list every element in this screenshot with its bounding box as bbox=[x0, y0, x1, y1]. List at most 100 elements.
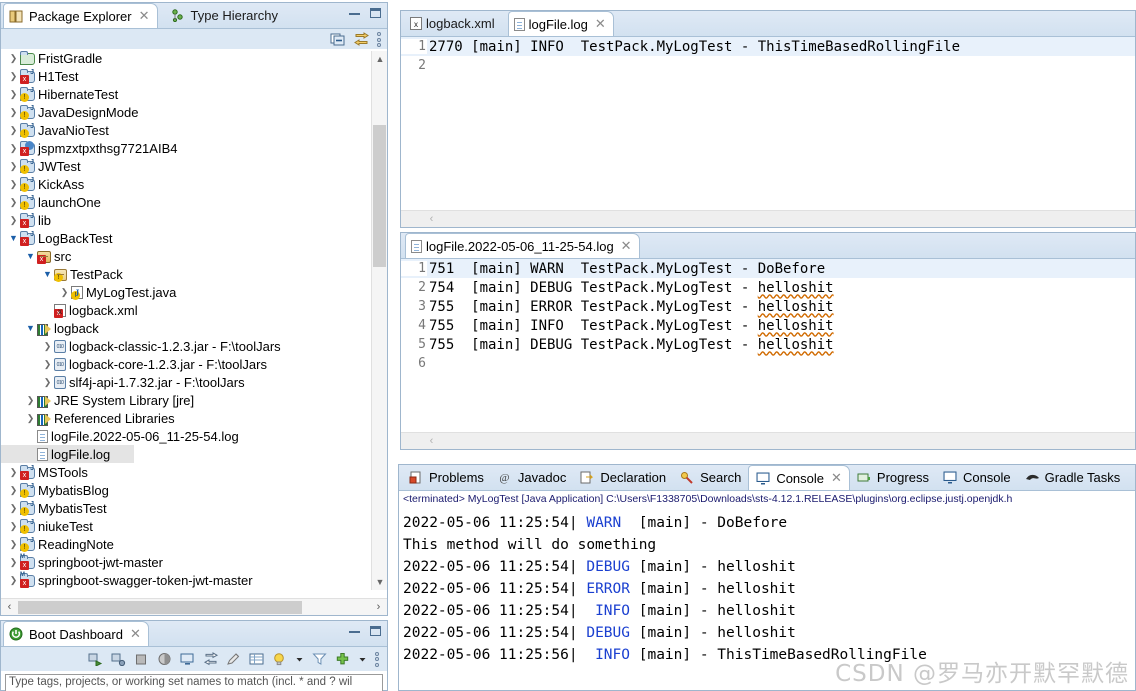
editor-top-code[interactable]: 1 2770 [main] INFO TestPack.MyLogTest - T… bbox=[401, 37, 1135, 210]
tree-item[interactable]: ❯ J! MybatisTest bbox=[1, 499, 387, 517]
minimize-icon[interactable] bbox=[349, 630, 360, 633]
chevron-right-icon[interactable]: ❯ bbox=[41, 341, 54, 352]
lightbulb-icon[interactable] bbox=[272, 652, 287, 666]
tree-item[interactable]: ❯ Referenced Libraries bbox=[1, 409, 387, 427]
editor-bottom-hscrollbar[interactable]: ‹ bbox=[401, 432, 1135, 449]
chevron-down-icon[interactable]: ▼ bbox=[7, 233, 20, 243]
tree-horizontal-scrollbar[interactable]: ‹ › bbox=[1, 598, 387, 615]
maximize-icon[interactable] bbox=[370, 626, 381, 636]
tab-logfile-rolled[interactable]: logFile.2022-05-06_11-25-54.log ✕ bbox=[405, 233, 640, 258]
tree-item[interactable]: ❯! MyLogTest.java bbox=[1, 283, 387, 301]
tree-item[interactable]: ❯ J! JavaNioTest bbox=[1, 121, 387, 139]
chevron-right-icon[interactable]: ❯ bbox=[7, 215, 20, 226]
chevron-right-icon[interactable]: ❯ bbox=[7, 467, 20, 478]
tab-package-explorer[interactable]: Package Explorer ✕ bbox=[3, 3, 158, 28]
chevron-right-icon[interactable]: ❯ bbox=[7, 125, 20, 136]
chevron-right-icon[interactable]: ❯ bbox=[7, 503, 20, 514]
chevron-right-icon[interactable]: ❯ bbox=[7, 557, 20, 568]
chevron-right-icon[interactable]: ❯ bbox=[41, 359, 54, 370]
tab-logfile-log[interactable]: logFile.log ✕ bbox=[507, 11, 614, 36]
tree-item[interactable]: ❯ Mx springboot-swagger-token-jwt-master bbox=[1, 571, 387, 589]
close-icon[interactable]: ✕ bbox=[595, 16, 606, 32]
tree-item[interactable]: ▼ Jx LogBackTest bbox=[1, 229, 387, 247]
tree-vertical-scrollbar[interactable]: ▲ ▼ bbox=[371, 51, 387, 590]
chevron-right-icon[interactable]: ❯ bbox=[7, 485, 20, 496]
chevron-right-icon[interactable]: ❯ bbox=[7, 197, 20, 208]
scroll-up-icon[interactable]: ▲ bbox=[372, 51, 388, 67]
chevron-right-icon[interactable]: ❯ bbox=[7, 53, 20, 64]
tab-type-hierarchy[interactable]: Type Hierarchy bbox=[166, 3, 285, 28]
chevron-right-icon[interactable]: ❯ bbox=[7, 521, 20, 532]
edit-icon[interactable] bbox=[226, 652, 241, 666]
tab-javadoc[interactable]: @ Javadoc bbox=[491, 465, 573, 490]
tab-console[interactable]: Console ✕ bbox=[748, 465, 850, 490]
collapse-all-icon[interactable] bbox=[330, 32, 346, 47]
close-icon[interactable]: ✕ bbox=[130, 626, 141, 642]
view-menu-icon[interactable] bbox=[377, 32, 381, 47]
scroll-left-icon[interactable]: ‹ bbox=[423, 211, 440, 228]
close-icon[interactable]: ✕ bbox=[621, 238, 632, 254]
link-with-editor-icon[interactable] bbox=[353, 32, 370, 47]
tree-item[interactable]: ❯ J! JavaDesignMode bbox=[1, 103, 387, 121]
tree-item[interactable]: ❯ J! JWTest bbox=[1, 157, 387, 175]
tab-progress[interactable]: Progress bbox=[850, 465, 936, 490]
chevron-down-icon[interactable] bbox=[358, 652, 367, 666]
minimize-icon[interactable] bbox=[349, 12, 360, 15]
tree-item[interactable]: ❯ Jx H1Test bbox=[1, 67, 387, 85]
tree-item[interactable]: ❯ J! ReadingNote bbox=[1, 535, 387, 553]
chevron-right-icon[interactable]: ❯ bbox=[24, 413, 37, 424]
filter-icon[interactable] bbox=[312, 652, 327, 666]
tree-item[interactable]: ❯ x jspmzxtpxthsg7721AIB4 bbox=[1, 139, 387, 157]
chevron-right-icon[interactable]: ❯ bbox=[7, 161, 20, 172]
chevron-down-icon[interactable]: ▼ bbox=[41, 269, 54, 279]
tab-console-2[interactable]: Console bbox=[936, 465, 1018, 490]
tree-item[interactable]: ▼! TestPack bbox=[1, 265, 387, 283]
scroll-left-icon[interactable]: ‹ bbox=[423, 433, 440, 450]
scroll-thumb[interactable] bbox=[373, 125, 386, 267]
boot-dashboard-filter-input[interactable]: Type tags, projects, or working set name… bbox=[5, 674, 383, 691]
chevron-right-icon[interactable]: ❯ bbox=[7, 539, 20, 550]
tree-item[interactable]: ❯ FristGradle bbox=[1, 49, 387, 67]
chevron-down-icon[interactable] bbox=[295, 652, 304, 666]
chevron-right-icon[interactable]: ❯ bbox=[7, 107, 20, 118]
close-icon[interactable]: ✕ bbox=[831, 470, 842, 486]
tree-item[interactable]: ❯ J! niukeTest bbox=[1, 517, 387, 535]
chevron-right-icon[interactable]: ❯ bbox=[7, 575, 20, 586]
chevron-right-icon[interactable]: ❯ bbox=[41, 377, 54, 388]
tree-item[interactable]: ▼ x src bbox=[1, 247, 387, 265]
tab-gradle-tasks[interactable]: Gradle Tasks bbox=[1018, 465, 1128, 490]
tab-declaration[interactable]: Declaration bbox=[573, 465, 673, 490]
chevron-right-icon[interactable]: ❯ bbox=[58, 287, 71, 298]
open-console-icon[interactable] bbox=[180, 652, 195, 666]
stop-icon[interactable] bbox=[134, 652, 149, 666]
tab-boot-dashboard[interactable]: Boot Dashboard ✕ bbox=[3, 621, 149, 646]
editor-top-hscrollbar[interactable]: ‹ bbox=[401, 210, 1135, 227]
tree-item[interactable]: ❯ logback-classic-1.2.3.jar - F:\toolJars bbox=[1, 337, 387, 355]
add-icon[interactable] bbox=[335, 652, 350, 666]
scroll-right-icon[interactable]: › bbox=[370, 599, 387, 616]
maximize-icon[interactable] bbox=[370, 8, 381, 18]
tree-item[interactable]: ❯ JRE System Library [jre] bbox=[1, 391, 387, 409]
view-menu-icon[interactable] bbox=[375, 651, 379, 667]
tab-logback-xml[interactable]: logback.xml bbox=[405, 11, 502, 36]
tree-item[interactable]: ❯ J! MybatisBlog bbox=[1, 481, 387, 499]
scroll-down-icon[interactable]: ▼ bbox=[372, 574, 388, 590]
chevron-right-icon[interactable]: ❯ bbox=[7, 71, 20, 82]
tree-item[interactable]: logFile.2022-05-06_11-25-54.log bbox=[1, 427, 387, 445]
open-browser-icon[interactable] bbox=[203, 652, 219, 666]
close-icon[interactable]: ✕ bbox=[139, 8, 150, 24]
tree-item[interactable]: ❯ logback-core-1.2.3.jar - F:\toolJars bbox=[1, 355, 387, 373]
start-icon[interactable] bbox=[88, 652, 103, 667]
chevron-down-icon[interactable]: ▼ bbox=[24, 251, 37, 261]
redeploy-icon[interactable] bbox=[157, 652, 172, 666]
properties-icon[interactable] bbox=[249, 652, 264, 666]
debug-icon[interactable] bbox=[111, 652, 126, 667]
scroll-thumb[interactable] bbox=[18, 601, 302, 614]
tree-item[interactable]: ❯ Jx MSTools bbox=[1, 463, 387, 481]
chevron-right-icon[interactable]: ❯ bbox=[7, 179, 20, 190]
tree-item[interactable]: ❯ J! HibernateTest bbox=[1, 85, 387, 103]
tree-item[interactable]: ❯ Jx lib bbox=[1, 211, 387, 229]
tree-item[interactable]: ❯ Mx springboot-jwt-master bbox=[1, 553, 387, 571]
tree-item[interactable]: logFile.log bbox=[1, 445, 134, 463]
tree-item[interactable]: ▼ logback bbox=[1, 319, 387, 337]
